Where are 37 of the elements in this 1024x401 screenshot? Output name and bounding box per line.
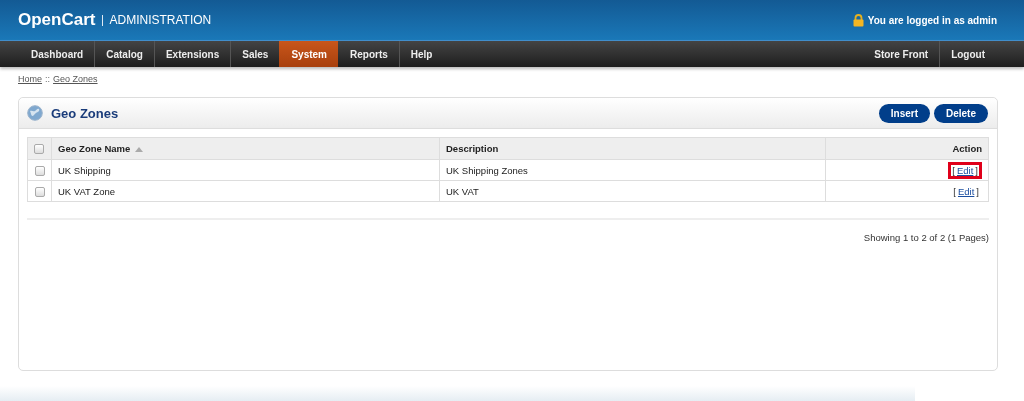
header-subtitle: ADMINISTRATION [109,13,212,27]
login-status: You are logged in as admin [867,14,997,26]
nav-tab[interactable]: Store Front [863,41,940,67]
table-cell: UK VAT Zone [51,180,440,202]
action-button[interactable]: Delete [934,103,988,123]
logo-divider [102,14,104,26]
bracket: [ [953,185,956,197]
edit-link[interactable]: Edit [958,185,975,197]
table-cell: UK Shipping Zones [439,159,826,181]
bracket: ] [975,164,978,176]
nav-tab[interactable]: Dashboard [20,41,95,67]
column-header[interactable]: Action [952,143,982,154]
nav-tab[interactable]: Reports [338,41,399,67]
sort-arrow-icon[interactable] [135,147,144,152]
checkbox[interactable] [34,186,45,197]
breadcrumb-link[interactable]: Geo Zones [53,74,98,87]
table-cell: UK VAT [439,180,826,202]
column-header[interactable]: Description [446,143,499,154]
pagination-text: Showing 1 to 2 of 2 (1 Pages) [863,232,989,243]
lock-icon [852,13,864,27]
nav-tab[interactable]: System [279,41,338,67]
bracket: ] [976,185,979,197]
nav-tab[interactable]: Catalog [94,41,154,67]
table-cell: UK Shipping [51,159,440,181]
edit-link[interactable]: Edit [957,164,974,176]
action-button[interactable]: Insert [878,103,930,123]
column-header[interactable]: Geo Zone Name [58,143,131,154]
nav-tab[interactable]: Extensions [153,41,231,67]
nav-tab[interactable]: Help [398,41,444,67]
bracket: [ [952,164,955,176]
breadcrumb-separator: :: [45,74,51,86]
nav-tab[interactable]: Logout [939,41,996,67]
checkbox[interactable] [34,144,44,155]
logo: OpenCart [18,10,96,30]
panel-title: Geo Zones [51,105,119,121]
checkbox[interactable] [34,165,45,176]
breadcrumb-link[interactable]: Home [18,74,42,87]
